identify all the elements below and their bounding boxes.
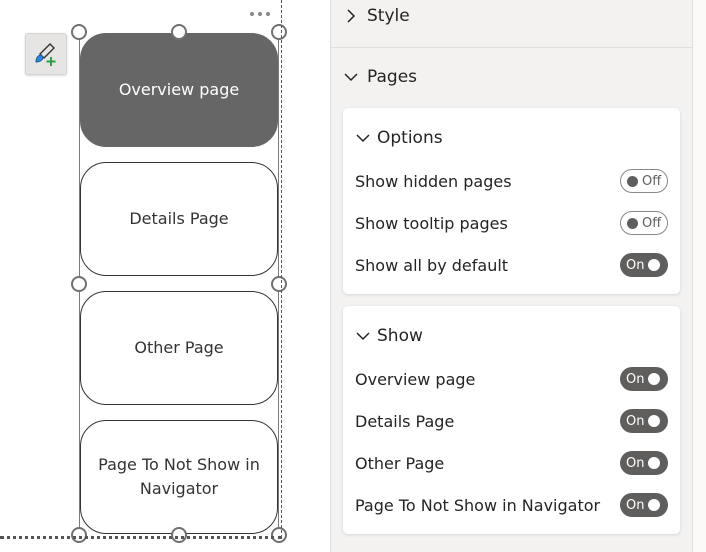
- chevron-down-icon: [356, 332, 370, 341]
- toggle-show-other-page[interactable]: On: [620, 451, 668, 475]
- pane-scroll-gutter: [692, 0, 706, 552]
- section-style[interactable]: Style: [343, 6, 410, 26]
- more-options-icon[interactable]: [250, 8, 274, 20]
- nav-button-label: Other Page: [134, 338, 224, 357]
- canvas-boundary-horizontal: [0, 536, 282, 539]
- option-label: Show hidden pages: [355, 171, 512, 191]
- nav-button-label: Overview page: [118, 80, 240, 99]
- section-pages-label: Pages: [367, 67, 418, 87]
- toggle-state: Off: [642, 173, 662, 189]
- section-style-label: Style: [367, 6, 410, 26]
- options-card-title: Options: [377, 128, 443, 148]
- resize-handle-bottom-left[interactable]: [71, 527, 87, 543]
- canvas-boundary-vertical: [281, 0, 282, 538]
- resize-handle-top-right[interactable]: [271, 24, 287, 40]
- toggle-show-all-by-default[interactable]: On: [620, 253, 668, 277]
- toggle-show-overview-page[interactable]: On: [620, 367, 668, 391]
- resize-handle-left[interactable]: [71, 276, 87, 292]
- report-canvas: Overview page Details Page Other Page Pa…: [0, 0, 330, 552]
- section-pages[interactable]: Pages: [343, 67, 417, 87]
- resize-handle-bottom-right[interactable]: [271, 527, 287, 543]
- show-label: Other Page: [355, 453, 445, 473]
- option-row-show-all-by-default: Show all by default On: [355, 251, 668, 279]
- toggle-show-details-page[interactable]: On: [620, 409, 668, 433]
- format-pane: Style Pages Options Show hidden pages Of…: [331, 0, 692, 552]
- chevron-down-icon: [356, 134, 370, 143]
- toggle-knob: [648, 259, 661, 271]
- show-label: Page To Not Show in Navigator: [355, 495, 601, 515]
- nav-button-overview-page[interactable]: Overview page: [80, 33, 278, 147]
- show-card-header[interactable]: Show: [355, 326, 423, 346]
- chevron-right-icon: [347, 9, 356, 23]
- show-label: Details Page: [355, 411, 455, 431]
- toggle-show-hidden-pages[interactable]: Off: [620, 169, 668, 193]
- options-card: Options Show hidden pages Off Show toolt…: [343, 108, 680, 294]
- show-row-page-to-not-show: Page To Not Show in Navigator On: [355, 491, 668, 519]
- toggle-state: On: [626, 455, 645, 471]
- resize-handle-right[interactable]: [271, 276, 287, 292]
- toggle-state: On: [626, 497, 645, 513]
- toggle-state: On: [626, 413, 645, 429]
- toggle-state: Off: [642, 215, 662, 231]
- toggle-knob: [648, 415, 661, 427]
- toggle-knob: [648, 457, 661, 469]
- resize-handle-top[interactable]: [171, 24, 187, 40]
- toggle-knob: [627, 175, 638, 187]
- chevron-down-icon: [344, 73, 358, 82]
- show-row-overview-page: Overview page On: [355, 365, 668, 393]
- section-divider: [331, 47, 692, 48]
- toggle-show-page-to-not-show[interactable]: On: [620, 493, 668, 517]
- toggle-knob: [627, 217, 638, 229]
- toggle-knob: [648, 499, 661, 511]
- show-label: Overview page: [355, 369, 476, 389]
- show-card: Show Overview page On Details Page On Ot…: [343, 306, 680, 534]
- format-painter-add-icon: [35, 43, 56, 66]
- show-card-title: Show: [377, 326, 423, 346]
- toggle-knob: [648, 373, 661, 385]
- nav-button-details-page[interactable]: Details Page: [80, 162, 278, 276]
- toggle-show-tooltip-pages[interactable]: Off: [620, 211, 668, 235]
- nav-button-page-to-not-show[interactable]: Page To Not Show in Navigator: [80, 420, 278, 534]
- nav-button-other-page[interactable]: Other Page: [80, 291, 278, 405]
- resize-handle-top-left[interactable]: [71, 24, 87, 40]
- nav-button-label: Details Page: [129, 209, 229, 228]
- format-painter-button[interactable]: [25, 33, 67, 75]
- show-row-other-page: Other Page On: [355, 449, 668, 477]
- resize-handle-bottom[interactable]: [171, 527, 187, 543]
- option-row-show-hidden-pages: Show hidden pages Off: [355, 167, 668, 195]
- nav-button-label: Page To Not Show in Navigator: [98, 455, 260, 498]
- options-card-header[interactable]: Options: [355, 128, 443, 148]
- option-row-show-tooltip-pages: Show tooltip pages Off: [355, 209, 668, 237]
- option-label: Show all by default: [355, 255, 509, 275]
- toggle-state: On: [626, 371, 645, 387]
- show-row-details-page: Details Page On: [355, 407, 668, 435]
- toggle-state: On: [626, 257, 645, 273]
- option-label: Show tooltip pages: [355, 213, 508, 233]
